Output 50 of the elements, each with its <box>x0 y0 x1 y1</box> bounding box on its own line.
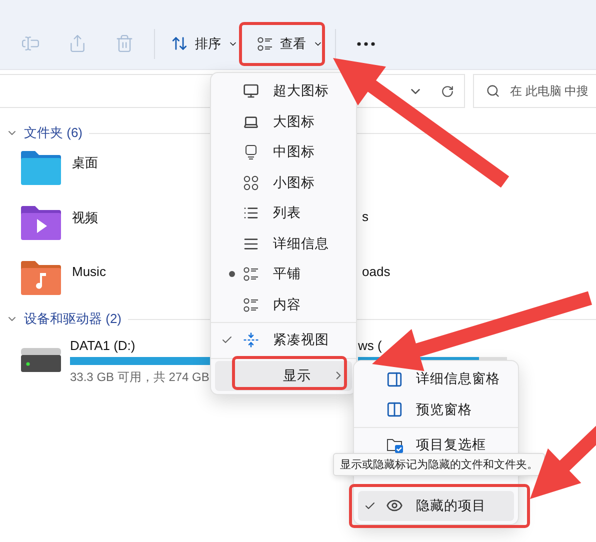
refresh-icon <box>441 84 454 98</box>
tooltip: 显示或隐藏标记为隐藏的文件和文件夹。 <box>333 453 545 476</box>
search-field[interactable]: 在 此电脑 中搜 <box>473 74 596 108</box>
folder-name[interactable]: s <box>362 205 368 224</box>
split-panel-icon <box>386 401 403 418</box>
menu-item[interactable]: 大图标 <box>215 106 352 137</box>
tiles-icon <box>243 296 259 313</box>
menu-item[interactable]: 平铺 <box>215 259 352 290</box>
text-cursor-icon <box>20 34 40 53</box>
tiles-icon <box>257 36 273 52</box>
folder-icon <box>20 150 62 186</box>
panel-icon <box>386 370 403 388</box>
check-icon <box>364 500 376 512</box>
circles-grid-icon <box>243 174 259 191</box>
share-icon <box>68 34 86 53</box>
monitor-icon <box>243 144 259 160</box>
monitor-icon <box>243 83 259 100</box>
menu-item[interactable]: 详细信息窗格 <box>358 364 514 394</box>
menu-item[interactable]: 详细信息 <box>215 228 352 259</box>
menu-item[interactable]: 小图标 <box>215 168 352 198</box>
folder-name[interactable]: oads <box>362 260 390 279</box>
drive-space: 33.3 GB 可用，共 274 GB <box>70 369 210 386</box>
drive-name[interactable]: DATA1 (D:) <box>70 334 136 353</box>
view-button[interactable]: 查看 <box>249 26 327 62</box>
section-title: 设备和驱动器 (2) <box>24 310 122 328</box>
sort-button[interactable]: 排序 <box>163 26 242 62</box>
compress-icon <box>243 332 259 348</box>
section-title: 文件夹 (6) <box>24 124 82 142</box>
folder-icon <box>20 205 62 241</box>
tiles-icon <box>243 266 259 282</box>
menu-item[interactable]: 内容 <box>215 290 352 320</box>
menu-item[interactable]: 超大图标 <box>215 76 352 106</box>
more-icon <box>357 42 375 46</box>
search-icon <box>486 84 500 98</box>
folder-name[interactable]: 视频 <box>72 205 98 227</box>
lines-icon <box>243 236 259 252</box>
trash-icon <box>114 34 134 53</box>
drive-name[interactable]: ws ( <box>358 334 382 353</box>
menu-item[interactable]: 列表 <box>215 198 352 228</box>
laptop-icon <box>243 114 259 130</box>
folder-checkbox-icon <box>386 436 404 454</box>
menu-item[interactable]: 预览窗格 <box>358 394 514 425</box>
sort-icon <box>171 35 188 52</box>
list-icon <box>243 205 259 222</box>
menu-item[interactable]: 隐藏的项目 <box>358 490 514 521</box>
folder-name[interactable]: Music <box>72 260 106 279</box>
menu-item[interactable]: 中图标 <box>215 137 352 168</box>
folder-icon <box>20 260 62 296</box>
menu-item[interactable]: 紧凑视图 <box>215 325 352 356</box>
folder-name[interactable]: 桌面 <box>72 150 98 172</box>
